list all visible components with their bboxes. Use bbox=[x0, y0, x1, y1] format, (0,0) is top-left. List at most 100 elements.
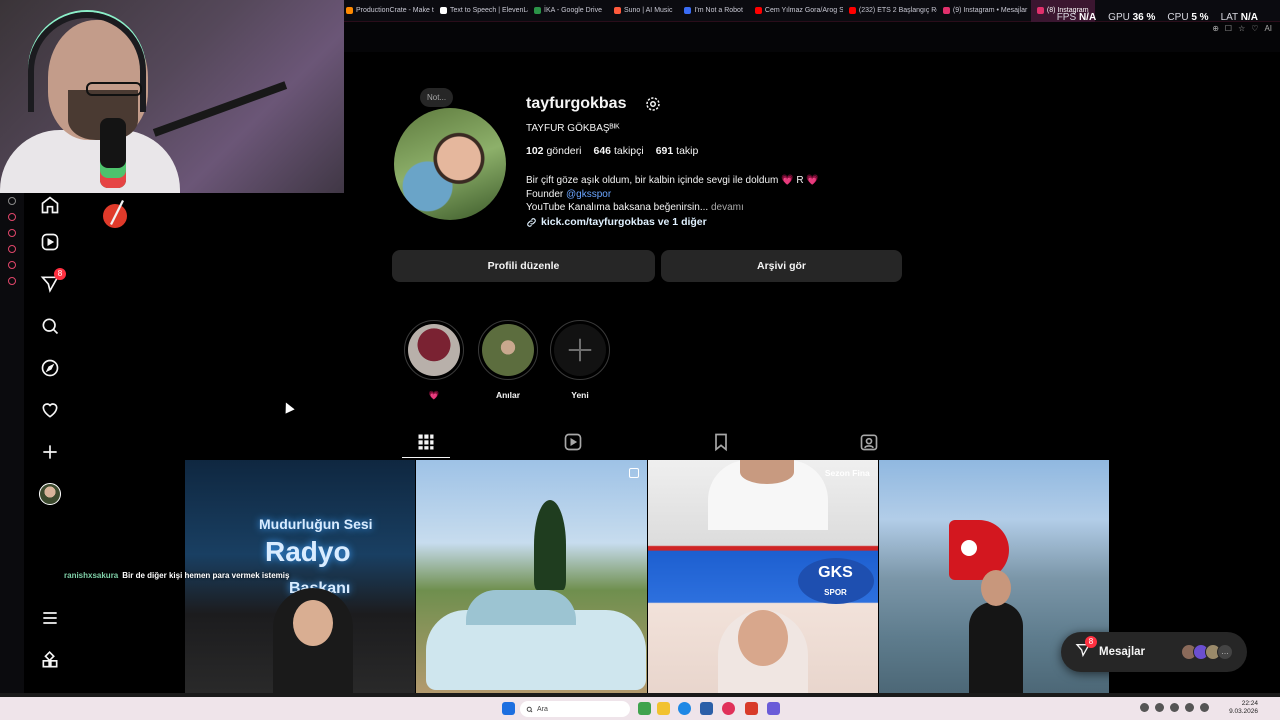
taskbar-app-icon[interactable] bbox=[638, 702, 651, 715]
bio-mention-link[interactable]: @gksspor bbox=[566, 189, 611, 200]
followers-count[interactable]: 646 takipçi bbox=[593, 145, 643, 157]
person-face bbox=[293, 600, 333, 646]
browser-tab[interactable]: (232) ETS 2 Başlangıç Re bbox=[843, 0, 937, 22]
taskbar-search[interactable]: Ara bbox=[520, 701, 630, 717]
comment-text: Bir de diğer kişi hemen para vermek iste… bbox=[122, 571, 290, 580]
reels-tab-icon[interactable] bbox=[563, 432, 583, 452]
discord-icon[interactable] bbox=[8, 197, 16, 205]
instagram-icon[interactable] bbox=[8, 213, 16, 221]
explore-icon[interactable] bbox=[38, 356, 62, 380]
browser-tab[interactable]: ProductionCrate - Make t bbox=[340, 0, 434, 22]
profile-avatar[interactable] bbox=[394, 108, 506, 220]
browser-tab[interactable]: Cem Yılmaz Gora/Arog S bbox=[749, 0, 843, 22]
instagram-sidebar-nav: 8 bbox=[30, 193, 70, 697]
mouse-cursor bbox=[281, 400, 295, 414]
settings-gear-icon[interactable] bbox=[644, 95, 662, 113]
browser-tab[interactable]: İKA - Google Drive bbox=[528, 0, 608, 22]
heart-icon[interactable]: ♡ bbox=[1251, 24, 1258, 33]
volume-icon[interactable] bbox=[1200, 703, 1209, 712]
tab-favicon-icon bbox=[848, 7, 856, 14]
tab-favicon-icon bbox=[440, 7, 447, 14]
browser-tab[interactable]: I'm Not a Robot bbox=[678, 0, 748, 22]
browser-tab[interactable]: Text to Speech | ElevenLa bbox=[434, 0, 528, 22]
extension-sidebar bbox=[0, 193, 24, 697]
note-bubble[interactable]: Not... bbox=[420, 88, 454, 107]
star-icon[interactable]: ☆ bbox=[1238, 24, 1245, 33]
saved-tab-icon[interactable] bbox=[711, 432, 731, 452]
more-menu-icon[interactable] bbox=[38, 606, 62, 630]
tab-label: (9) Instagram • Mesajlar bbox=[952, 7, 1028, 14]
profile-nav-avatar[interactable] bbox=[38, 482, 62, 506]
view-archive-button[interactable]: Arşivi gör bbox=[661, 250, 902, 282]
tab-label: I'm Not a Robot bbox=[694, 7, 743, 14]
tree bbox=[534, 500, 567, 590]
taskbar-clock[interactable]: 22:24 9.03.2026 bbox=[1229, 700, 1258, 716]
tab-favicon-icon bbox=[754, 7, 762, 14]
start-icon[interactable] bbox=[502, 702, 515, 715]
search-icon[interactable] bbox=[38, 314, 62, 338]
highlight-item-1[interactable]: 💗 bbox=[404, 320, 464, 401]
bio-line-1: Bir çift göze aşık oldum, bir kalbin içi… bbox=[526, 175, 819, 186]
highlight-cover bbox=[408, 324, 460, 376]
person-face-top bbox=[739, 460, 794, 484]
messages-send-icon: 8 bbox=[1075, 635, 1097, 663]
tab-favicon-icon bbox=[346, 7, 353, 14]
post-tile[interactable] bbox=[416, 460, 647, 697]
zoom-icon[interactable]: ⊕ bbox=[1212, 24, 1219, 33]
store-icon[interactable] bbox=[700, 702, 713, 715]
tab-label: İKA - Google Drive bbox=[544, 7, 602, 14]
post-tile[interactable]: Sezon Fina GKS SPOR bbox=[647, 460, 878, 697]
performance-overlay: FPS N/A GPU 36 % CPU 5 % LAT N/A bbox=[1057, 12, 1258, 23]
file-explorer-icon[interactable] bbox=[657, 702, 670, 715]
profile-counts: 102 gönderi 646 takipçi 691 takip bbox=[526, 145, 698, 157]
highlight-new[interactable]: Yeni bbox=[550, 320, 610, 400]
tray-icon[interactable] bbox=[1140, 703, 1149, 712]
discord-taskbar-icon[interactable] bbox=[767, 702, 780, 715]
messages-icon[interactable]: 8 bbox=[38, 268, 66, 296]
following-count[interactable]: 691 takip bbox=[656, 145, 699, 157]
ai-label[interactable]: AI bbox=[1264, 24, 1272, 33]
messenger-icon[interactable] bbox=[8, 261, 16, 269]
pen-logo-icon bbox=[103, 200, 127, 228]
edge-icon[interactable] bbox=[678, 702, 691, 715]
comment-user: ranishxsakura bbox=[64, 571, 119, 580]
highlight-label: Anılar bbox=[495, 390, 521, 400]
browser-tab[interactable]: (9) Instagram • Mesajlar bbox=[937, 0, 1031, 22]
play-icon[interactable] bbox=[8, 229, 16, 237]
profile-tabs bbox=[400, 430, 900, 458]
settings-icon[interactable] bbox=[8, 277, 16, 285]
browser-action-icons: ⊕ ☐ ☆ ♡ AI bbox=[1212, 24, 1272, 33]
highlight-label: Yeni bbox=[571, 390, 589, 400]
messages-floating-button[interactable]: 8 Mesajlar … bbox=[1061, 632, 1247, 672]
home-icon[interactable] bbox=[38, 193, 62, 217]
tab-favicon-icon bbox=[534, 7, 541, 14]
edit-profile-button[interactable]: Profili düzenle bbox=[392, 250, 655, 282]
messages-badge: 8 bbox=[1085, 635, 1097, 648]
clock-icon[interactable] bbox=[8, 245, 16, 253]
posts-grid-icon[interactable] bbox=[416, 432, 436, 452]
profile-external-link[interactable]: kick.com/tayfurgokbas ve 1 diğer bbox=[526, 216, 707, 228]
tagged-tab-icon[interactable] bbox=[859, 432, 879, 452]
post-label: Sezon Fina bbox=[824, 468, 870, 478]
car-roof bbox=[466, 590, 577, 625]
also-from-meta-icon[interactable] bbox=[38, 648, 62, 672]
highlight-item-anilar[interactable]: Anılar bbox=[478, 320, 538, 400]
tab-label: (232) ETS 2 Başlangıç Re bbox=[858, 7, 937, 14]
notifications-heart-icon[interactable] bbox=[38, 398, 62, 422]
browser-tab[interactable]: Suno | AI Music bbox=[608, 0, 679, 22]
taskbar-app-icon[interactable] bbox=[745, 702, 758, 715]
tab-favicon-icon bbox=[613, 7, 621, 14]
network-icon[interactable] bbox=[1185, 703, 1194, 712]
webcam-overlay bbox=[0, 0, 344, 193]
reels-icon[interactable] bbox=[38, 230, 62, 254]
create-icon[interactable] bbox=[38, 440, 62, 464]
gpu-stat: GPU 36 % bbox=[1108, 12, 1156, 23]
extension-icon[interactable]: ☐ bbox=[1225, 24, 1232, 33]
gks-logo: GKS SPOR bbox=[797, 558, 874, 604]
bio-more-link[interactable]: devamı bbox=[708, 202, 744, 213]
tray-icon[interactable] bbox=[1155, 703, 1164, 712]
notification-badge: 8 bbox=[54, 268, 66, 280]
headphones bbox=[28, 12, 146, 112]
tray-icon[interactable] bbox=[1170, 703, 1179, 712]
opera-gx-icon[interactable] bbox=[722, 702, 735, 715]
